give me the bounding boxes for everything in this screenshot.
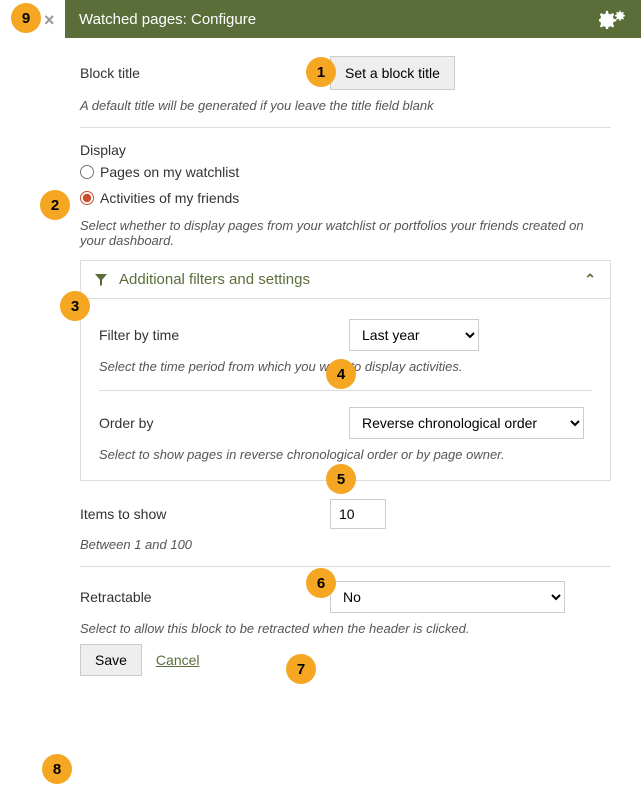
filters-title: Additional filters and settings xyxy=(119,271,584,288)
radio-friends[interactable] xyxy=(80,191,94,205)
order-by-hint: Select to show pages in reverse chronolo… xyxy=(99,447,592,462)
filter-icon xyxy=(95,274,107,286)
dialog-title: Watched pages: Configure xyxy=(79,11,599,28)
radio-watchlist[interactable] xyxy=(80,165,94,179)
retractable-label: Retractable xyxy=(80,589,330,605)
items-input[interactable] xyxy=(330,499,386,529)
chevron-up-icon: ⌃ xyxy=(584,271,596,288)
display-label: Display xyxy=(80,142,611,158)
order-by-label: Order by xyxy=(99,415,349,431)
divider xyxy=(80,566,611,567)
filter-time-select[interactable]: Last year xyxy=(349,319,479,351)
radio-watchlist-label: Pages on my watchlist xyxy=(100,164,239,180)
close-icon[interactable]: × xyxy=(44,10,55,31)
block-title-hint: A default title will be generated if you… xyxy=(80,98,611,113)
divider xyxy=(80,127,611,128)
save-button[interactable]: Save xyxy=(80,644,142,676)
radio-friends-label: Activities of my friends xyxy=(100,190,239,206)
annotation-badge: 9 xyxy=(11,3,41,33)
gear-icon xyxy=(599,9,627,29)
dialog-header: Watched pages: Configure xyxy=(65,0,641,38)
items-label: Items to show xyxy=(80,506,330,522)
filter-time-label: Filter by time xyxy=(99,327,349,343)
filters-fieldset: Additional filters and settings ⌃ Filter… xyxy=(80,260,611,481)
set-block-title-button[interactable]: Set a block title xyxy=(330,56,455,90)
retractable-select[interactable]: No xyxy=(330,581,565,613)
items-hint: Between 1 and 100 xyxy=(80,537,611,552)
retractable-hint: Select to allow this block to be retract… xyxy=(80,621,611,636)
block-title-label: Block title xyxy=(80,65,330,81)
display-hint: Select whether to display pages from you… xyxy=(80,218,611,248)
filters-toggle[interactable]: Additional filters and settings ⌃ xyxy=(81,261,610,299)
cancel-link[interactable]: Cancel xyxy=(156,652,200,668)
order-by-select[interactable]: Reverse chronological order xyxy=(349,407,584,439)
filter-time-hint: Select the time period from which you wa… xyxy=(99,359,592,374)
annotation-badge: 8 xyxy=(42,754,72,784)
divider xyxy=(99,390,592,391)
